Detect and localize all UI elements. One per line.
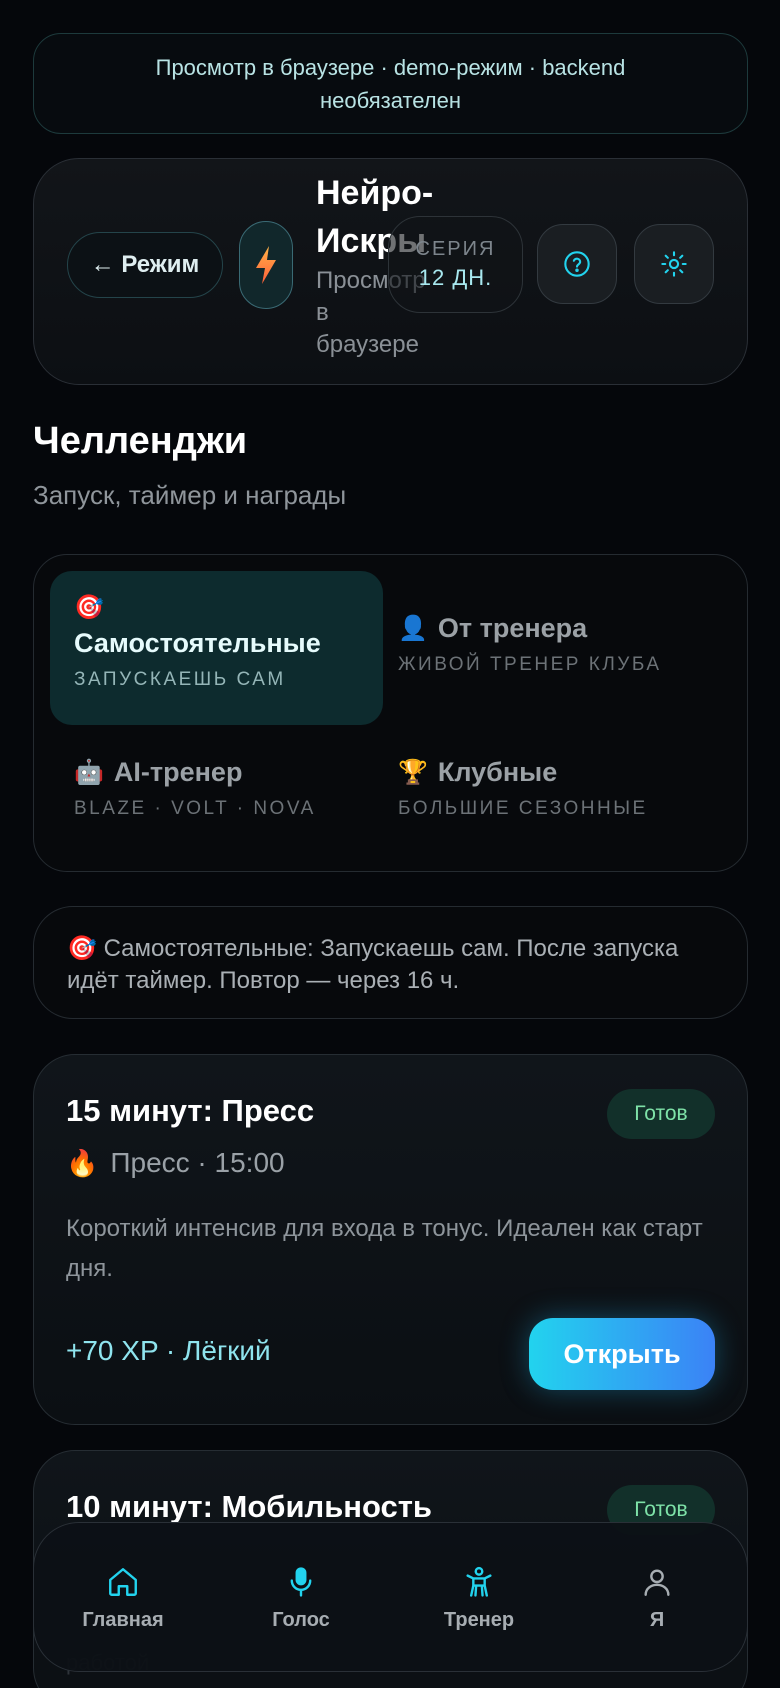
nav-item-voice-label: Голос bbox=[272, 1608, 330, 1631]
challenge-title: 15 минут: Пресс bbox=[66, 1093, 315, 1128]
nav-item-home-label: Главная bbox=[82, 1608, 164, 1631]
tab-self-label: Самостоятельные bbox=[74, 628, 321, 658]
streak-label: СЕРИЯ bbox=[415, 238, 496, 260]
preview-banner: Просмотр в браузере · demo-режим · backe… bbox=[33, 33, 748, 134]
fire-icon: 🔥 bbox=[66, 1147, 99, 1178]
target-icon: 🎯 bbox=[67, 935, 97, 962]
nav-item-home[interactable]: Главная bbox=[34, 1523, 212, 1673]
help-button[interactable] bbox=[537, 224, 617, 304]
open-challenge-button[interactable]: Открыть bbox=[529, 1318, 715, 1390]
nav-item-voice[interactable]: Голос bbox=[212, 1523, 390, 1673]
page-title: Челленджи bbox=[33, 420, 248, 462]
nav-item-trainer[interactable]: Тренер bbox=[390, 1523, 568, 1673]
tab-club-label: Клубные bbox=[437, 757, 558, 787]
nav-item-profile[interactable]: Я bbox=[568, 1523, 746, 1673]
tab-ai-trainer[interactable]: 🤖 AI-тренер BLAZE · VOLT · NOVA bbox=[50, 731, 383, 861]
tab-self[interactable]: 🎯 Самостоятельные ЗАПУСКАЕШЬ САМ bbox=[50, 571, 383, 725]
tab-trainer[interactable]: 👤 От тренера ЖИВОЙ ТРЕНЕР КЛУБА bbox=[398, 571, 733, 725]
mode-back-button[interactable]: ← Режим bbox=[67, 232, 223, 298]
challenge-description: Короткий интенсив для входа в тонус. Иде… bbox=[66, 1215, 703, 1282]
tab-ai-trainer-label: AI-тренер bbox=[113, 757, 243, 787]
tab-trainer-label: От тренера bbox=[437, 613, 588, 643]
home-icon bbox=[109, 1567, 137, 1596]
trainer-icon bbox=[466, 1566, 492, 1597]
category-info: 🎯 Самостоятельные: Запускаешь сам. После… bbox=[33, 906, 748, 1019]
challenge-meta-text: Пресс · 15:00 bbox=[110, 1147, 285, 1178]
robot-icon: 🤖 bbox=[74, 759, 104, 786]
header-card: ← Режим Нейро-Искры Просмотр в браузере … bbox=[33, 158, 748, 385]
challenge-title: 10 минут: Мобильность bbox=[66, 1489, 432, 1524]
nav-item-trainer-label: Тренер bbox=[443, 1608, 515, 1631]
tab-self-sub: ЗАПУСКАЕШЬ САМ bbox=[74, 669, 286, 690]
microphone-icon bbox=[290, 1566, 312, 1597]
nav-item-profile-label: Я bbox=[649, 1608, 665, 1631]
streak-badge: СЕРИЯ 12 ДН. bbox=[388, 216, 523, 313]
theme-toggle-button[interactable] bbox=[634, 224, 714, 304]
tab-ai-trainer-sub: BLAZE · VOLT · NOVA bbox=[74, 798, 316, 819]
sun-icon bbox=[661, 251, 687, 277]
help-circle-icon bbox=[564, 251, 590, 277]
category-tabs: 🎯 Самостоятельные ЗАПУСКАЕШЬ САМ 👤 От тр… bbox=[33, 554, 748, 872]
target-icon: 🎯 bbox=[74, 594, 104, 621]
bottom-nav: Главная Голос Тренер Я bbox=[33, 1522, 748, 1672]
category-info-text: Самостоятельные: Запускаешь сам. После з… bbox=[67, 935, 679, 994]
challenge-xp: +70 XP · Лёгкий bbox=[66, 1335, 271, 1366]
lightning-icon bbox=[239, 221, 293, 309]
challenge-card: 15 минут: Пресс Готов 🔥 Пресс · 15:00 Ко… bbox=[33, 1054, 748, 1425]
preview-banner-text: Просмотр в браузере · demo-режим · backe… bbox=[155, 54, 626, 113]
streak-value: 12 ДН. bbox=[418, 265, 493, 290]
page-subtitle: Запуск, таймер и награды bbox=[33, 480, 347, 510]
trophy-icon: 🏆 bbox=[398, 759, 428, 786]
tab-trainer-sub: ЖИВОЙ ТРЕНЕР КЛУБА bbox=[398, 654, 662, 675]
tab-club[interactable]: 🏆 Клубные БОЛЬШИЕ СЕЗОННЫЕ bbox=[398, 731, 733, 861]
challenge-meta: 🔥 Пресс · 15:00 bbox=[66, 1147, 285, 1179]
tab-club-sub: БОЛЬШИЕ СЕЗОННЫЕ bbox=[398, 798, 648, 819]
person-icon: 👤 bbox=[398, 615, 428, 642]
status-badge: Готов bbox=[607, 1089, 715, 1139]
user-icon bbox=[644, 1568, 670, 1596]
